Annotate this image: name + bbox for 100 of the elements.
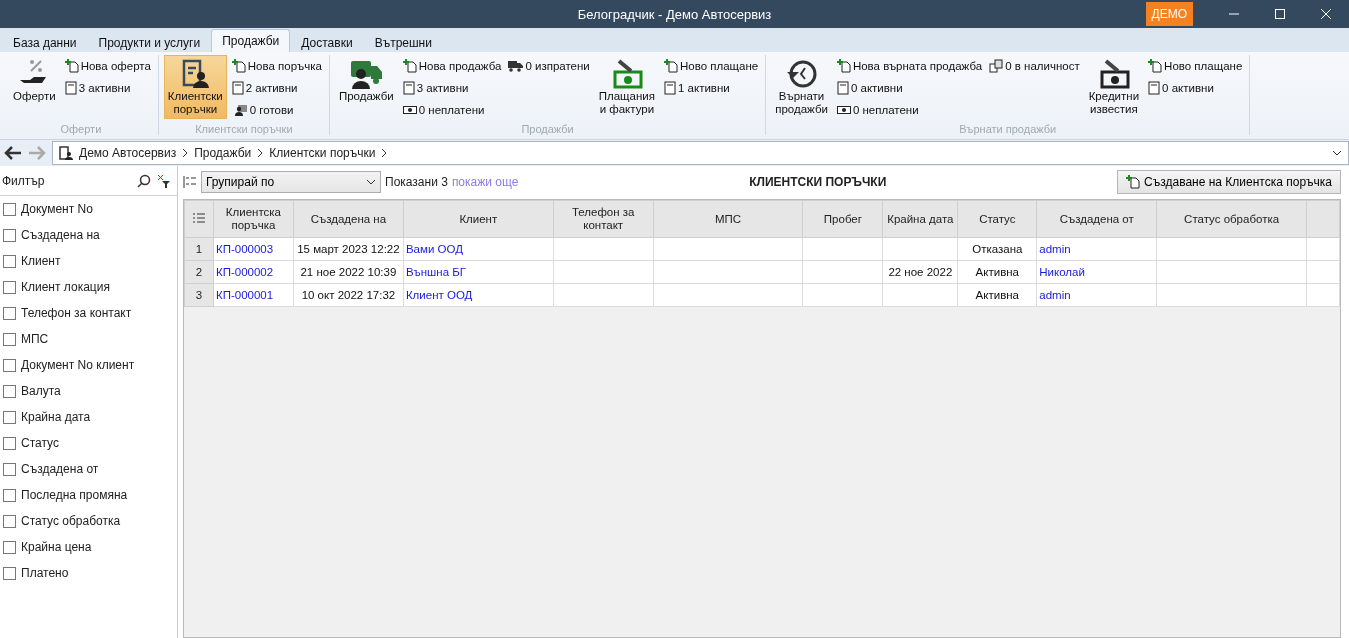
truck-icon — [508, 59, 524, 72]
ribbon-button[interactable]: Кредитни известия — [1084, 55, 1144, 119]
ribbon-small-button[interactable]: 0 активни — [1146, 78, 1245, 97]
ribbon-small-button[interactable]: 3 активни — [62, 78, 153, 97]
checkbox[interactable] — [3, 332, 16, 346]
group-label: Продажби — [520, 123, 575, 135]
checkbox[interactable] — [3, 228, 16, 242]
ribbon-small-button[interactable]: 0 изпратени — [506, 56, 592, 75]
checkbox[interactable] — [3, 514, 16, 528]
ribbon-small-button[interactable]: 2 активни — [229, 78, 324, 97]
checkbox[interactable] — [3, 436, 16, 450]
ribbon-button[interactable]: Плащания и фактури — [594, 55, 659, 119]
search-icon[interactable] — [137, 173, 151, 188]
filter-checkbox[interactable]: Клиент локация — [0, 274, 177, 300]
checkbox[interactable] — [3, 202, 16, 216]
ribbon-small-button[interactable]: 0 готови — [229, 100, 324, 119]
table-link[interactable]: admin — [1036, 283, 1157, 307]
column-header[interactable]: Телефон за контакт — [553, 200, 654, 238]
ribbon-tab[interactable]: Продажби — [211, 29, 291, 52]
chevron-down-icon — [366, 179, 376, 185]
group-list-icon[interactable] — [183, 175, 197, 189]
checkbox[interactable] — [3, 306, 16, 320]
chevron-down-icon[interactable] — [1332, 150, 1342, 156]
column-settings-header[interactable] — [184, 200, 214, 238]
column-header[interactable]: МПС — [653, 200, 803, 238]
ribbon-small-button[interactable]: Нова върната продажба — [834, 56, 985, 75]
checkbox[interactable] — [3, 488, 16, 502]
filter-checkbox[interactable]: Документ No — [0, 196, 177, 222]
ribbon-small-button[interactable]: Нова поръчка — [229, 56, 324, 75]
show-more-link[interactable]: покажи още — [451, 175, 519, 189]
table-link[interactable]: Вами ООД — [403, 237, 554, 261]
checkbox[interactable] — [3, 358, 16, 372]
filter-checkbox[interactable]: Създадена на — [0, 222, 177, 248]
shown-count: Показани 3 — [385, 175, 448, 189]
filter-checkbox[interactable]: Крайна дата — [0, 404, 177, 430]
filter-checkbox[interactable]: Платено — [0, 560, 177, 586]
column-header[interactable]: Създадена от — [1036, 200, 1157, 238]
maximize-icon — [1275, 9, 1285, 19]
ribbon-small-button[interactable]: Нова оферта — [62, 56, 153, 75]
ribbon-small-button[interactable]: Нова продажба — [400, 56, 504, 75]
filter-checkbox[interactable]: Последна промяна — [0, 482, 177, 508]
ribbon-small-button[interactable]: 0 активни — [834, 78, 985, 97]
breadcrumb-item[interactable]: Клиентски поръчки — [269, 146, 376, 160]
ribbon-button[interactable]: Върнати продажби — [771, 55, 832, 119]
checkbox[interactable] — [3, 280, 16, 294]
column-header[interactable]: Крайна дата — [882, 200, 958, 238]
ribbon-small-button[interactable]: Ново плащане — [662, 56, 761, 75]
column-header[interactable]: Клиентска поръчка — [213, 200, 294, 238]
create-order-button[interactable]: Създаване на Клиентска поръчка — [1117, 170, 1341, 194]
ribbon-small-button[interactable]: 3 активни — [400, 78, 504, 97]
filter-checkbox[interactable]: Статус — [0, 430, 177, 456]
ribbon-button[interactable]: Продажби — [334, 55, 398, 119]
ribbon-small-button[interactable]: 1 активни — [662, 78, 761, 97]
filter-checkbox[interactable]: Крайна цена — [0, 534, 177, 560]
table-link[interactable]: Николай — [1036, 260, 1157, 284]
ribbon-button[interactable]: Оферти — [9, 55, 60, 119]
ribbon-small-button[interactable]: 0 неплатени — [400, 100, 504, 119]
checkbox[interactable] — [3, 566, 16, 580]
table-link[interactable]: Външна БГ — [403, 260, 554, 284]
filter-checkbox[interactable]: МПС — [0, 326, 177, 352]
new-document-icon — [64, 58, 79, 73]
filter-checkbox[interactable]: Валута — [0, 378, 177, 404]
column-header[interactable]: Създадена на — [293, 200, 404, 238]
clock-arrow-icon — [785, 58, 818, 90]
column-header[interactable]: Пробег — [802, 200, 883, 238]
breadcrumb-bar[interactable]: Демо Автосервиз Продажби Клиентски поръчки — [52, 141, 1349, 165]
checkbox[interactable] — [3, 254, 16, 268]
document-person-icon — [59, 146, 73, 160]
ribbon-small-button[interactable]: 0 в наличност — [987, 56, 1082, 75]
ribbon-tab[interactable]: Продукти и услуги — [87, 32, 212, 52]
ribbon-small-button[interactable]: Ново плащане — [1146, 56, 1245, 75]
column-header[interactable]: Клиент — [403, 200, 554, 238]
checkbox[interactable] — [3, 540, 16, 554]
banknote-icon — [836, 104, 851, 115]
column-header[interactable]: Статус — [957, 200, 1037, 238]
group-by-dropdown[interactable]: Групирай по — [201, 171, 381, 193]
checkbox[interactable] — [3, 462, 16, 476]
page-title: КЛИЕНТСКИ ПОРЪЧКИ — [748, 175, 888, 189]
ribbon-tab[interactable]: Вътрешни — [363, 32, 443, 52]
filter-checkbox[interactable]: Създадена от — [0, 456, 177, 482]
ribbon-button[interactable]: Клиентски поръчки — [163, 55, 227, 119]
table-link[interactable]: Клиент ООД — [403, 283, 554, 307]
document-icon — [402, 80, 415, 95]
checkbox[interactable] — [3, 410, 16, 424]
filter-checkbox[interactable]: Статус обработка — [0, 508, 177, 534]
ribbon-tab[interactable]: Доставки — [290, 32, 364, 52]
table-link[interactable]: admin — [1036, 237, 1157, 261]
filter-checkbox[interactable]: Документ No клиент — [0, 352, 177, 378]
filter-checkbox[interactable]: Телефон за контакт — [0, 300, 177, 326]
ribbon-tab[interactable]: База данни — [2, 32, 88, 52]
breadcrumb-item[interactable]: Продажби — [194, 146, 252, 160]
ribbon-small-button[interactable]: 0 неплатени — [834, 100, 985, 119]
checkbox[interactable] — [3, 384, 16, 398]
clear-filter-icon[interactable] — [157, 173, 171, 188]
breadcrumb-item[interactable]: Демо Автосервиз — [79, 146, 177, 160]
group-label: Клиентски поръчки — [194, 123, 294, 135]
column-header[interactable]: Статус обработка — [1156, 200, 1307, 238]
table-cell: 15 март 2023 12:22 — [293, 237, 404, 261]
filter-checkbox[interactable]: Клиент — [0, 248, 177, 274]
back-arrow-icon[interactable] — [4, 146, 22, 160]
